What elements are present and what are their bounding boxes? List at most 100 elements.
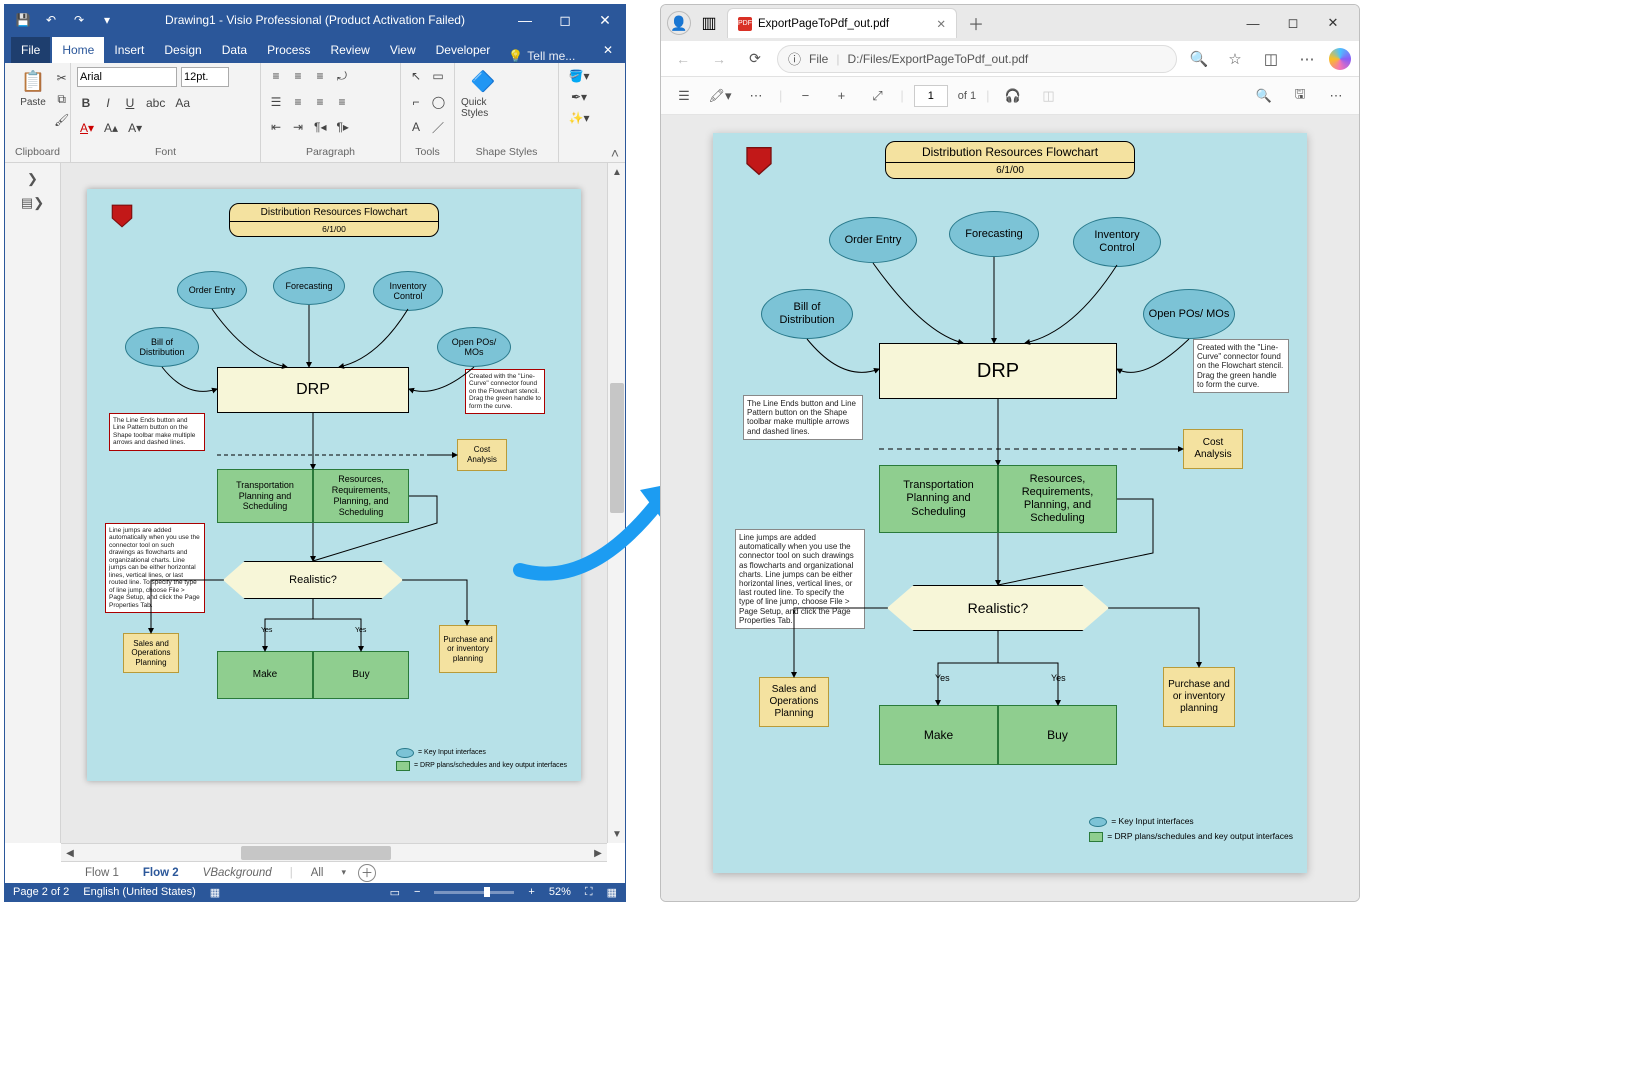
- pagetab-flow1[interactable]: Flow 1: [79, 865, 125, 881]
- zoom-out-icon[interactable]: −: [792, 83, 818, 109]
- page-number-input[interactable]: [914, 85, 948, 107]
- grow-font-button[interactable]: A▴: [101, 119, 121, 137]
- scroll-left-icon[interactable]: ◀: [61, 844, 79, 862]
- zoom-slider[interactable]: [434, 891, 514, 894]
- new-tab-button[interactable]: ＋: [963, 10, 989, 36]
- strike-button[interactable]: abc: [143, 94, 168, 112]
- align-center-icon[interactable]: ≡: [311, 93, 329, 111]
- bold-button[interactable]: B: [77, 94, 95, 112]
- para-rtl-icon[interactable]: ¶◂: [311, 118, 329, 136]
- split-icon[interactable]: ◫: [1257, 45, 1285, 73]
- info-icon[interactable]: ⓘ: [788, 49, 801, 68]
- presentation-icon[interactable]: ▭: [390, 886, 400, 899]
- shrink-font-button[interactable]: A▾: [125, 119, 145, 137]
- para-ltr-icon[interactable]: ¶▸: [333, 118, 351, 136]
- align-mid-icon[interactable]: ≡: [289, 67, 307, 85]
- toc-icon[interactable]: ☰: [671, 83, 697, 109]
- scroll-up-icon[interactable]: ▲: [608, 163, 626, 181]
- edge-minimize-button[interactable]: —: [1233, 5, 1273, 41]
- highlighter-icon[interactable]: 🖍▾: [707, 83, 733, 109]
- scroll-down-icon[interactable]: ▼: [608, 825, 626, 843]
- ribbon-collapse-icon[interactable]: ˄: [611, 145, 619, 161]
- zoom-in-button[interactable]: +: [528, 886, 534, 898]
- align-bot-icon[interactable]: ≡: [311, 67, 329, 85]
- search-icon[interactable]: 🔍: [1251, 83, 1277, 109]
- paste-button[interactable]: 📋 Paste: [11, 67, 55, 108]
- address-bar[interactable]: ⓘ File | D:/Files/ExportPageToPdf_out.pd…: [777, 45, 1177, 73]
- format-painter-icon[interactable]: 🖌: [51, 111, 72, 129]
- tab-actions-icon[interactable]: ▥: [697, 11, 721, 35]
- connector-tool-icon[interactable]: ⌐: [407, 93, 425, 111]
- menu-icon[interactable]: ⋯: [1293, 45, 1321, 73]
- scroll-right-icon[interactable]: ▶: [589, 844, 607, 862]
- forward-button[interactable]: →: [705, 45, 733, 73]
- indent-inc-icon[interactable]: ⇥: [289, 118, 307, 136]
- scroll-thumb-h[interactable]: [241, 846, 391, 860]
- text-highlight-icon[interactable]: Aa: [172, 94, 193, 112]
- fit-page-icon[interactable]: ⛶: [585, 886, 593, 899]
- expand-shapes-icon[interactable]: ❯: [27, 171, 38, 187]
- copilot-icon[interactable]: [1329, 48, 1351, 70]
- favorite-icon[interactable]: ☆: [1221, 45, 1249, 73]
- pagetab-all[interactable]: All: [305, 865, 330, 881]
- undo-icon[interactable]: ↶: [39, 8, 63, 32]
- effects-icon[interactable]: ✨▾: [566, 109, 593, 127]
- font-color-button[interactable]: A▾: [77, 119, 97, 137]
- pointer-tool-icon[interactable]: ↖: [407, 67, 425, 85]
- fit-icon[interactable]: ⤢: [864, 83, 890, 109]
- tab-close-icon[interactable]: ✕: [936, 17, 946, 31]
- maximize-button[interactable]: ◻: [545, 5, 585, 35]
- indent-dec-icon[interactable]: ⇤: [267, 118, 285, 136]
- browser-tab[interactable]: PDF ExportPageToPdf_out.pdf ✕: [727, 8, 957, 38]
- profile-icon[interactable]: 👤: [667, 11, 691, 35]
- tell-me[interactable]: 💡Tell me...: [508, 49, 575, 63]
- tab-view[interactable]: View: [380, 37, 426, 63]
- pagetab-flow2[interactable]: Flow 2: [137, 865, 185, 881]
- italic-button[interactable]: I: [99, 94, 117, 112]
- tab-design[interactable]: Design: [154, 37, 211, 63]
- zoom-out-button[interactable]: −: [414, 886, 420, 898]
- pagetab-vbackground[interactable]: VBackground: [197, 865, 278, 881]
- horizontal-scrollbar[interactable]: ◀ ▶: [61, 843, 607, 861]
- save-icon[interactable]: 💾: [11, 8, 35, 32]
- tab-file[interactable]: File: [11, 37, 50, 63]
- bullets-icon[interactable]: ☰: [267, 93, 285, 111]
- tab-home[interactable]: Home: [52, 37, 104, 63]
- text-tool-icon[interactable]: A: [407, 118, 425, 136]
- align-top-icon[interactable]: ≡: [267, 67, 285, 85]
- stencil-icon[interactable]: ▤❯: [21, 195, 44, 211]
- redo-icon[interactable]: ↷: [67, 8, 91, 32]
- pdf-viewport[interactable]: Distribution Resources Flowchart 6/1/00 …: [661, 115, 1359, 901]
- zoom-level[interactable]: 52%: [549, 886, 571, 898]
- shapes-pane-collapsed[interactable]: ❯ ▤❯: [5, 163, 61, 843]
- ribbon-close-icon[interactable]: ✕: [591, 37, 625, 63]
- minimize-button[interactable]: —: [505, 5, 545, 35]
- tab-data[interactable]: Data: [212, 37, 257, 63]
- copy-icon[interactable]: ⧉: [51, 90, 72, 108]
- tab-review[interactable]: Review: [320, 37, 379, 63]
- qat-more-icon[interactable]: ▾: [95, 8, 119, 32]
- line-tool-icon[interactable]: ／: [429, 118, 447, 136]
- font-name-select[interactable]: [77, 67, 177, 87]
- orientation-icon[interactable]: ⤾: [333, 67, 351, 85]
- read-aloud-icon[interactable]: 🎧: [1000, 83, 1026, 109]
- align-right-icon[interactable]: ≡: [333, 93, 351, 111]
- back-button[interactable]: ←: [669, 45, 697, 73]
- pan-zoom-icon[interactable]: ▦: [607, 886, 617, 899]
- add-page-button[interactable]: ＋: [358, 864, 376, 882]
- underline-button[interactable]: U: [121, 94, 139, 112]
- ellipse-tool-icon[interactable]: ◯: [429, 93, 448, 111]
- tab-process[interactable]: Process: [257, 37, 320, 63]
- fill-icon[interactable]: 🪣▾: [566, 67, 593, 85]
- align-left-icon[interactable]: ≡: [289, 93, 307, 111]
- status-lang[interactable]: English (United States): [83, 886, 196, 898]
- save-pdf-icon[interactable]: 🖫: [1287, 83, 1313, 109]
- zoom-lens-icon[interactable]: 🔍: [1185, 45, 1213, 73]
- zoom-in-icon[interactable]: +: [828, 83, 854, 109]
- line-icon[interactable]: ✒▾: [568, 88, 590, 106]
- quick-styles-button[interactable]: 🔷 Quick Styles: [461, 67, 505, 119]
- rect-tool-icon[interactable]: ▭: [429, 67, 447, 85]
- tab-insert[interactable]: Insert: [104, 37, 154, 63]
- font-size-select[interactable]: [181, 67, 229, 87]
- close-button[interactable]: ✕: [585, 5, 625, 35]
